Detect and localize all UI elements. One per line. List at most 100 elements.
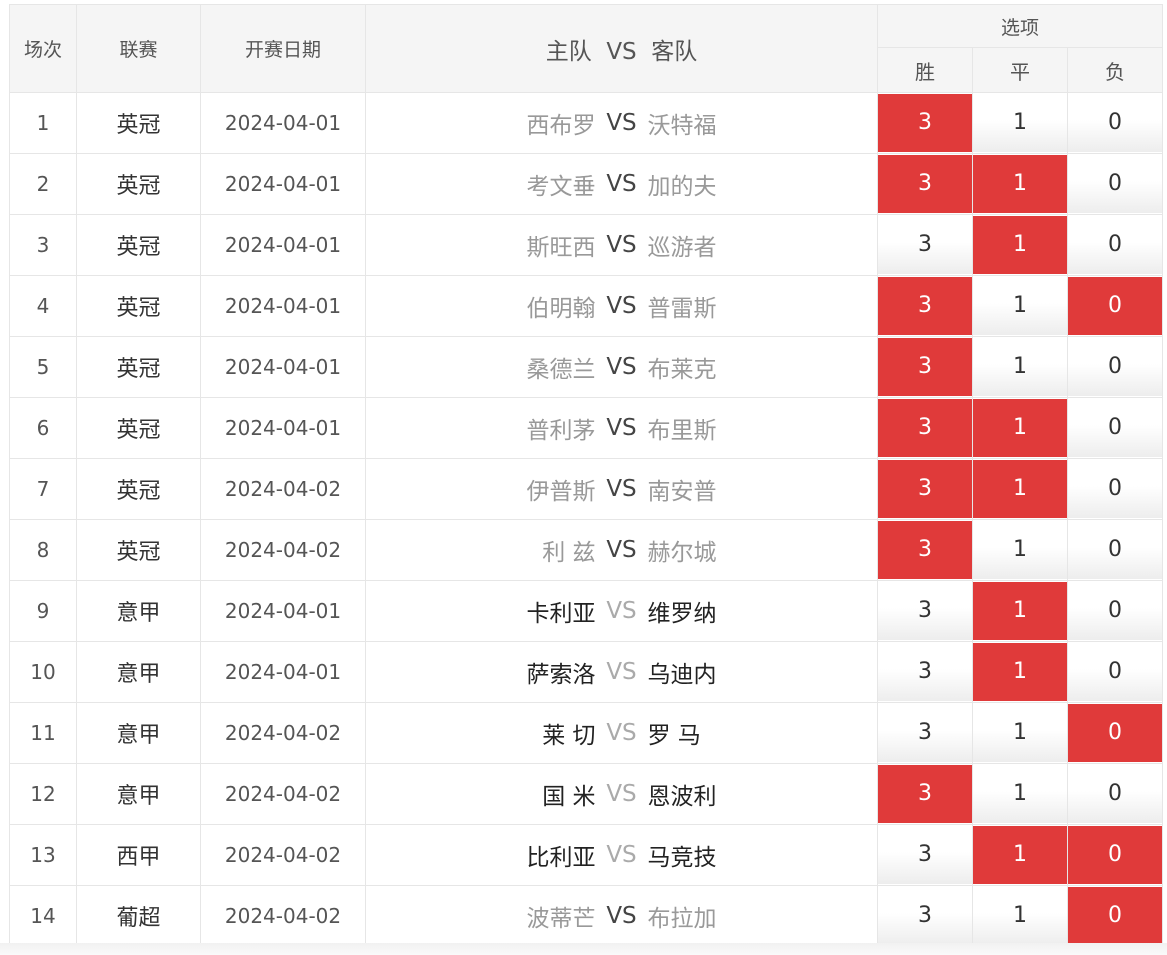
- table-row: 4 英冠 2024-04-01 伯明翰 VS 普雷斯 3 1 0: [9, 275, 1164, 337]
- vs-label: VS: [606, 537, 637, 563]
- lose-option[interactable]: 0: [1068, 887, 1163, 945]
- draw-option[interactable]: 1: [973, 765, 1067, 823]
- win-option[interactable]: 3: [878, 155, 972, 213]
- header-lose: 负: [1066, 47, 1164, 93]
- home-team: 卡利亚: [526, 601, 596, 627]
- win-option-cell: 3: [877, 702, 973, 764]
- lose-option[interactable]: 0: [1068, 765, 1163, 823]
- away-team: 罗 马: [647, 723, 701, 749]
- page: 场次 联赛 开赛日期 主队 VS 客队 选项 胜 平 负 1 英冠 2024-04-…: [0, 0, 1167, 955]
- match-date: 2024-04-01: [200, 641, 366, 703]
- draw-option-cell: 1: [972, 214, 1068, 276]
- draw-option[interactable]: 1: [973, 94, 1067, 152]
- win-option-cell: 3: [877, 153, 973, 215]
- league-name: 英冠: [76, 153, 201, 215]
- away-team: 沃特福: [647, 113, 717, 139]
- away-team: 巡游者: [647, 235, 717, 261]
- away-team: 布莱克: [647, 357, 717, 383]
- draw-option[interactable]: 1: [973, 704, 1067, 762]
- win-option-cell: 3: [877, 336, 973, 398]
- lose-option[interactable]: 0: [1068, 338, 1163, 396]
- lose-option[interactable]: 0: [1068, 216, 1163, 274]
- header-date: 开赛日期: [200, 4, 366, 93]
- vs-label: VS: [606, 415, 637, 441]
- win-option[interactable]: 3: [878, 338, 972, 396]
- draw-option[interactable]: 1: [973, 338, 1067, 396]
- draw-option-cell: 1: [972, 153, 1068, 215]
- lose-option-cell: 0: [1066, 702, 1164, 764]
- draw-option[interactable]: 1: [973, 521, 1067, 579]
- match-number: 13: [9, 824, 77, 886]
- lose-option[interactable]: 0: [1068, 521, 1163, 579]
- league-name: 英冠: [76, 275, 201, 337]
- table-header: 场次 联赛 开赛日期 主队 VS 客队 选项 胜 平 负: [9, 4, 1164, 93]
- home-team: 莱 切: [542, 723, 596, 749]
- vs-label: VS: [606, 842, 637, 868]
- win-option[interactable]: 3: [878, 704, 972, 762]
- lose-option[interactable]: 0: [1068, 94, 1163, 152]
- win-option[interactable]: 3: [878, 460, 972, 518]
- table-row: 7 英冠 2024-04-02 伊普斯 VS 南安普 3 1 0: [9, 458, 1164, 520]
- home-team: 伯明翰: [526, 296, 596, 322]
- table-row: 12 意甲 2024-04-02 国 米 VS 恩波利 3 1 0: [9, 763, 1164, 825]
- draw-option[interactable]: 1: [973, 826, 1067, 884]
- table-row: 13 西甲 2024-04-02 比利亚 VS 马竞技 3 1 0: [9, 824, 1164, 886]
- win-option[interactable]: 3: [878, 765, 972, 823]
- draw-option[interactable]: 1: [973, 582, 1067, 640]
- draw-option[interactable]: 1: [973, 277, 1067, 335]
- draw-option[interactable]: 1: [973, 643, 1067, 701]
- match-number: 9: [9, 580, 77, 642]
- win-option[interactable]: 3: [878, 582, 972, 640]
- match-number: 14: [9, 885, 77, 947]
- teams-cell: 比利亚 VS 马竞技: [365, 824, 878, 886]
- match-number: 2: [9, 153, 77, 215]
- table-row: 10 意甲 2024-04-01 萨索洛 VS 乌迪内 3 1 0: [9, 641, 1164, 703]
- lose-option[interactable]: 0: [1068, 460, 1163, 518]
- teams-cell: 普利茅 VS 布里斯: [365, 397, 878, 459]
- draw-option[interactable]: 1: [973, 887, 1067, 945]
- match-date: 2024-04-02: [200, 702, 366, 764]
- draw-option[interactable]: 1: [973, 460, 1067, 518]
- win-option[interactable]: 3: [878, 521, 972, 579]
- away-team: 乌迪内: [647, 662, 717, 688]
- draw-option-cell: 1: [972, 458, 1068, 520]
- lose-option[interactable]: 0: [1068, 826, 1163, 884]
- draw-option-cell: 1: [972, 702, 1068, 764]
- lose-option[interactable]: 0: [1068, 643, 1163, 701]
- draw-option-cell: 1: [972, 580, 1068, 642]
- lose-option[interactable]: 0: [1068, 399, 1163, 457]
- win-option[interactable]: 3: [878, 399, 972, 457]
- lose-option[interactable]: 0: [1068, 277, 1163, 335]
- lose-option[interactable]: 0: [1068, 704, 1163, 762]
- header-teams-label: 主队 VS 客队: [545, 38, 698, 65]
- header-win: 胜: [877, 47, 973, 93]
- draw-option-cell: 1: [972, 824, 1068, 886]
- match-date: 2024-04-01: [200, 214, 366, 276]
- home-team: 伊普斯: [526, 479, 596, 505]
- lose-option-cell: 0: [1066, 153, 1164, 215]
- lose-option-cell: 0: [1066, 824, 1164, 886]
- lose-option-cell: 0: [1066, 580, 1164, 642]
- match-date: 2024-04-02: [200, 458, 366, 520]
- home-team: 比利亚: [526, 845, 596, 871]
- win-option[interactable]: 3: [878, 94, 972, 152]
- draw-option[interactable]: 1: [973, 216, 1067, 274]
- lose-option[interactable]: 0: [1068, 155, 1163, 213]
- draw-option[interactable]: 1: [973, 155, 1067, 213]
- draw-option[interactable]: 1: [973, 399, 1067, 457]
- match-date: 2024-04-01: [200, 92, 366, 154]
- vs-label: VS: [606, 903, 637, 929]
- teams-cell: 萨索洛 VS 乌迪内: [365, 641, 878, 703]
- win-option[interactable]: 3: [878, 887, 972, 945]
- win-option[interactable]: 3: [878, 277, 972, 335]
- table-row: 8 英冠 2024-04-02 利 兹 VS 赫尔城 3 1 0: [9, 519, 1164, 581]
- league-name: 英冠: [76, 458, 201, 520]
- league-name: 葡超: [76, 885, 201, 947]
- win-option[interactable]: 3: [878, 826, 972, 884]
- lose-option[interactable]: 0: [1068, 582, 1163, 640]
- away-team: 布里斯: [647, 418, 717, 444]
- win-option[interactable]: 3: [878, 216, 972, 274]
- league-name: 意甲: [76, 702, 201, 764]
- match-date: 2024-04-01: [200, 580, 366, 642]
- win-option[interactable]: 3: [878, 643, 972, 701]
